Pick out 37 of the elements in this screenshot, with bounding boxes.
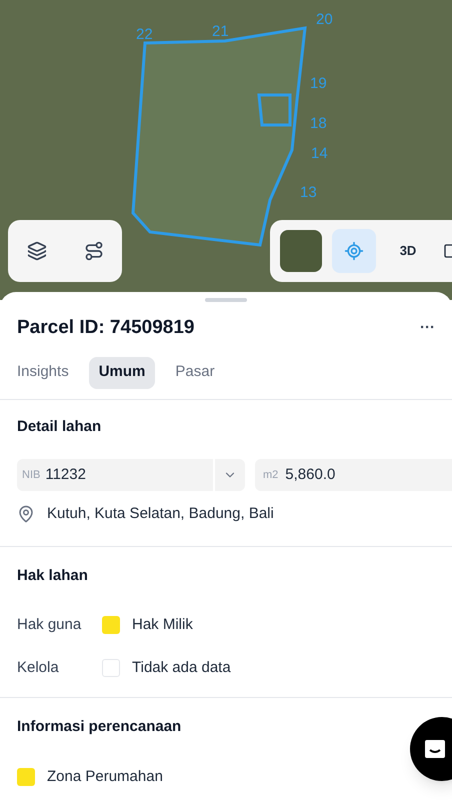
satellite-thumbnail[interactable] [280, 230, 322, 272]
section-heading: Hak lahan [17, 566, 89, 586]
map-label: 18 [310, 116, 327, 131]
more-button[interactable]: ··· [420, 317, 435, 340]
field-prefix: m2 [263, 468, 278, 483]
location-pin-icon [17, 505, 35, 524]
layers-icon [26, 241, 46, 261]
nib-field[interactable]: NIB 11232 [17, 459, 245, 491]
section-heading: Detail lahan [17, 416, 102, 436]
field-value: 11232 [45, 464, 87, 485]
map-label: 19 [310, 76, 327, 91]
locate-button[interactable] [332, 229, 376, 273]
section-heading: Informasi perencanaan [17, 717, 182, 737]
tab[interactable]: Pasar [165, 356, 225, 388]
map-label: 21 [212, 24, 229, 39]
crosshair-icon [344, 241, 364, 261]
tab[interactable]: Insights [7, 356, 79, 388]
map-label: 22 [136, 27, 153, 42]
tab[interactable]: Umum [88, 356, 156, 388]
field-prefix: NIB [22, 468, 40, 483]
row-value: Hak Milik [132, 615, 193, 635]
map-label: 14 [311, 146, 328, 161]
3d-button[interactable]: 3D [386, 229, 430, 273]
field-value: 5,860.0 [285, 464, 336, 485]
area-field[interactable]: m2 5,860.0 [255, 459, 452, 491]
drag-handle[interactable] [205, 298, 247, 302]
row-label: Kelola [17, 658, 60, 678]
row-label: Hak guna [17, 615, 82, 635]
row-value: Tidak ada data [132, 658, 231, 678]
satellite-map[interactable]: 22 21 20 19 18 14 13 3D [0, 0, 452, 300]
map-label: 13 [300, 185, 317, 200]
chat-icon [424, 739, 446, 759]
parcel-title: Parcel ID: 74509819 [17, 316, 194, 340]
route-icon [84, 241, 104, 261]
map-label: 20 [316, 12, 333, 27]
location-text: Kutuh, Kuta Selatan, Badung, Bali [47, 504, 274, 524]
zone-name: Zona Perumahan [47, 766, 163, 786]
